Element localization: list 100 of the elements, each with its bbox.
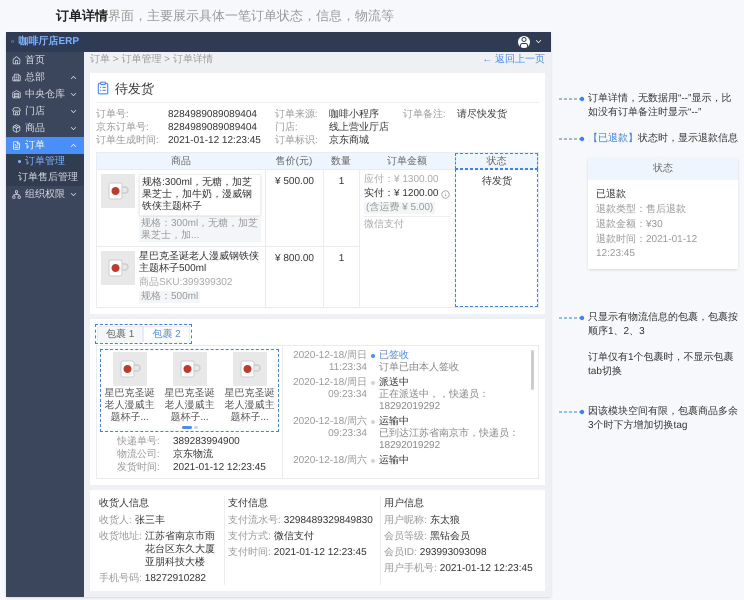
mug-icon bbox=[238, 359, 260, 379]
timeline-date: 2020-12-18/周六 bbox=[293, 416, 367, 428]
field-label: 支付时间: bbox=[228, 546, 271, 559]
price-cell: ¥ 500.00 bbox=[265, 169, 323, 246]
field-label: 会员ID: bbox=[384, 546, 417, 559]
refund-status: 已退款 bbox=[596, 188, 627, 202]
table-header-cell: 状态 bbox=[455, 153, 538, 169]
field-label: 手机号码: bbox=[99, 572, 142, 585]
section-title: 收货人信息 bbox=[99, 496, 150, 511]
annotation-text: 订单仅有1个包裹时，不显示包裹tab切换 bbox=[588, 350, 735, 378]
timeline-time: 11:23:34 bbox=[328, 362, 367, 374]
leader-line bbox=[559, 136, 585, 142]
refund-detail: 退款时间：2021-01-12 12:23:45 bbox=[596, 232, 698, 260]
page-heading: 订单详情界面，主要展示具体一笔订单状态，信息，物流等 bbox=[56, 7, 395, 25]
product-name: 星巴克圣诞老人漫威主题杯子... bbox=[224, 388, 276, 424]
menu-icon bbox=[12, 190, 21, 198]
freight-tag: (含运费 ¥ 5.00) bbox=[364, 202, 436, 214]
sidebar-subitem[interactable]: 订单售后管理 bbox=[6, 170, 84, 186]
table-header-cell: 订单金额 bbox=[359, 153, 455, 169]
spec-tag: 规格：500ml bbox=[139, 291, 200, 303]
order-status-title: 待发货 bbox=[115, 80, 154, 98]
sidebar-item[interactable]: 总部 bbox=[6, 68, 84, 86]
timeline-title: 运输中 bbox=[379, 455, 409, 467]
field-value: 东太狼 bbox=[430, 514, 460, 527]
price-cell: ¥ 800.00 bbox=[265, 246, 323, 307]
product-name: 星巴克圣诞老人漫威钢铁侠主题杯子500ml bbox=[139, 251, 260, 275]
field-value: 2021-01-12 12:23:45 bbox=[440, 562, 533, 575]
refund-detail: 退款类型：售后退款 bbox=[596, 202, 687, 216]
field-label: 会员等级: bbox=[384, 530, 427, 543]
field-value: 请尽快发货 bbox=[456, 108, 507, 121]
quantity-cell: 1 bbox=[323, 169, 359, 246]
timeline-time: 09:23:34 bbox=[328, 389, 367, 401]
mug-icon bbox=[107, 181, 129, 201]
mug-icon bbox=[178, 359, 200, 379]
timeline-time: 09:23:34 bbox=[328, 428, 367, 440]
breadcrumb: 订单 > 订单管理 > 订单详情 bbox=[90, 52, 213, 67]
brand-name: 咖啡厅店ERP bbox=[18, 34, 79, 49]
field-value: 8284989089089404 bbox=[168, 121, 257, 134]
table-header-cell: 商品 bbox=[97, 153, 265, 169]
field-value: 2021-01-12 12:23:45 bbox=[168, 134, 261, 147]
package-tab[interactable]: 包裹 1 bbox=[97, 326, 144, 342]
field-value: 2021-01-12 12:23:45 bbox=[274, 546, 367, 559]
timeline-title: 运输中 bbox=[379, 416, 410, 428]
field-label: 订单生成时间: bbox=[96, 134, 160, 147]
timeline-date: 2020-12-18/周日 bbox=[293, 377, 367, 389]
field-label: 订单标识: bbox=[274, 134, 319, 147]
sidebar-item[interactable]: 门店 bbox=[6, 102, 84, 120]
timeline-date: 2020-12-18/周六 bbox=[293, 455, 367, 467]
field-label: 发货时间: bbox=[117, 461, 161, 474]
timeline-title: 已签收 bbox=[379, 350, 410, 362]
field-value: 京东物流 bbox=[173, 448, 213, 461]
section-title: 支付信息 bbox=[228, 496, 269, 511]
timeline-detail: 订单已由本人签收 bbox=[379, 362, 459, 374]
field-label: 用户昵称: bbox=[384, 514, 427, 527]
field-value: 389283994900 bbox=[173, 435, 240, 448]
field-value: 8284989089089404 bbox=[168, 108, 257, 121]
field-label: 收货地址: bbox=[99, 530, 142, 544]
sidebar-item[interactable]: 商品 bbox=[6, 120, 84, 136]
field-value: 微信支付 bbox=[274, 530, 314, 543]
sidebar-item[interactable]: 首页 bbox=[6, 52, 84, 68]
field-value: 293993093098 bbox=[420, 546, 487, 559]
product-name: 星巴克圣诞老人漫威主题杯子... bbox=[164, 388, 216, 424]
quantity-cell: 1 bbox=[323, 246, 359, 307]
sidebar-item[interactable]: 组织权限 bbox=[6, 186, 84, 202]
leader-line bbox=[559, 314, 585, 320]
spec-tooltip: 规格:300ml，无糖，加芝果芝士，加牛奶，漫威钢铁侠主题杯子 bbox=[139, 174, 261, 216]
timeline-date: 2020-12-18/周日 bbox=[293, 350, 367, 362]
field-label: 物流公司: bbox=[117, 448, 161, 461]
menu-icon bbox=[12, 124, 21, 132]
payable-amount: 应付：¥ 1300.00 bbox=[364, 174, 440, 186]
mug-icon bbox=[118, 359, 140, 379]
section-title: 用户信息 bbox=[384, 496, 425, 511]
annotation-text: 订单详情，无数据用“--”显示，比如没有订单备注时显示“--” bbox=[588, 92, 732, 120]
field-label: 订单来源: bbox=[274, 108, 319, 121]
product-name: 星巴克圣诞老人漫威主题杯子... bbox=[104, 388, 156, 424]
field-label: 快递单号: bbox=[117, 435, 161, 448]
field-label: 门店: bbox=[274, 121, 299, 134]
payment-method: 微信支付 bbox=[364, 216, 451, 231]
field-value: 2021-01-12 12:23:45 bbox=[173, 461, 266, 474]
field-value: 江苏省南京市雨花台区东久大厦亚朋科技大楼 bbox=[144, 530, 216, 569]
field-label: 收货人: bbox=[99, 514, 132, 527]
leader-line bbox=[559, 96, 585, 102]
field-value: 京东商城 bbox=[328, 134, 369, 147]
timeline-title: 派送中 bbox=[379, 377, 410, 388]
field-label: 订单号: bbox=[96, 108, 130, 121]
sidebar-subitem[interactable]: 订单管理 bbox=[6, 154, 84, 170]
field-label: 支付方式: bbox=[228, 530, 271, 543]
menu-icon bbox=[12, 90, 21, 98]
field-label: 订单备注: bbox=[402, 108, 447, 121]
menu-icon bbox=[12, 106, 21, 116]
sidebar-item[interactable]: 中央仓库 bbox=[6, 86, 84, 102]
field-value: 咖啡小程序 bbox=[328, 108, 379, 121]
menu-icon bbox=[12, 56, 21, 64]
scrollbar[interactable] bbox=[531, 350, 534, 390]
field-value: 黑钻会员 bbox=[430, 530, 470, 543]
table-header-cell: 售价(元) bbox=[265, 153, 323, 169]
field-label: 支付流水号: bbox=[228, 514, 281, 527]
menu-icon bbox=[12, 140, 21, 150]
annotation-text: 因该模块空间有限，包裹商品多余3个时下方增加切换tag bbox=[588, 404, 738, 432]
field-value: 张三丰 bbox=[134, 514, 165, 527]
